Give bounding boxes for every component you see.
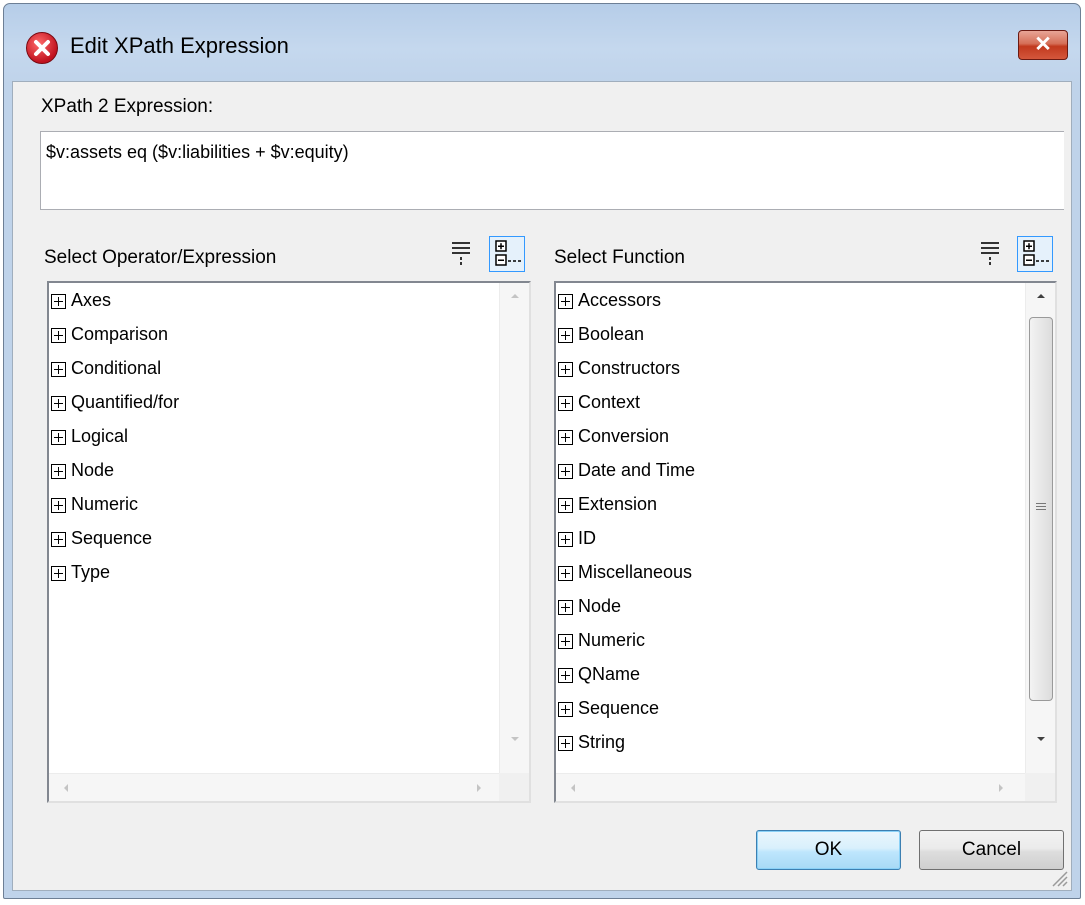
expand-icon[interactable] [558, 634, 573, 649]
function-vertical-scrollbar[interactable] [1025, 283, 1055, 773]
expression-input[interactable]: $v:assets eq ($v:liabilities + $v:equity… [40, 131, 1064, 210]
dialog-window: Edit XPath Expression ✕ XPath 2 Expressi… [3, 3, 1081, 899]
expand-icon[interactable] [51, 328, 66, 343]
expand-icon[interactable] [558, 702, 573, 717]
expand-icon[interactable] [558, 396, 573, 411]
expand-icon[interactable] [558, 328, 573, 343]
operator-panel-label: Select Operator/Expression [44, 247, 277, 268]
expand-icon[interactable] [51, 464, 66, 479]
scroll-down-icon[interactable] [1035, 735, 1047, 743]
altova-xpath-icon [26, 32, 58, 64]
expand-icon[interactable] [558, 736, 573, 751]
resize-grip-icon[interactable] [1048, 867, 1068, 887]
expand-icon[interactable] [558, 294, 573, 309]
operator-horizontal-scrollbar[interactable] [49, 773, 499, 801]
operator-tree[interactable]: Axes Comparison Conditional Quantified/f… [47, 281, 531, 803]
expand-icon[interactable] [558, 430, 573, 445]
expand-icon[interactable] [51, 430, 66, 445]
function-panel-label: Select Function [554, 247, 685, 268]
expand-icon[interactable] [51, 532, 66, 547]
scroll-down-icon[interactable] [509, 735, 521, 743]
scrollbar-thumb[interactable] [1029, 317, 1053, 701]
scroll-up-icon[interactable] [1035, 291, 1047, 299]
expand-icon[interactable] [51, 566, 66, 581]
close-icon: ✕ [1034, 33, 1052, 56]
expand-icon[interactable] [558, 498, 573, 513]
scrollbar-corner [1025, 773, 1055, 801]
title-bar[interactable]: Edit XPath Expression ✕ [4, 4, 1080, 82]
expand-icon[interactable] [51, 396, 66, 411]
scroll-left-icon[interactable] [61, 782, 69, 794]
operator-vertical-scrollbar[interactable] [499, 283, 529, 773]
ok-button[interactable]: OK [756, 830, 901, 870]
cancel-button[interactable]: Cancel [919, 830, 1064, 870]
scroll-left-icon[interactable] [568, 782, 576, 794]
expand-icon[interactable] [51, 294, 66, 309]
close-button[interactable]: ✕ [1018, 30, 1068, 60]
window-title: Edit XPath Expression [70, 33, 289, 58]
tree-view-icon[interactable] [1017, 236, 1053, 272]
expression-text: $v:assets eq ($v:liabilities + $v:equity… [46, 142, 349, 162]
dialog-body: XPath 2 Expression: $v:assets eq ($v:lia… [12, 81, 1072, 891]
expand-icon[interactable] [558, 600, 573, 615]
scrollbar-corner [499, 773, 529, 801]
tree-view-icon[interactable] [489, 236, 525, 272]
expand-icon[interactable] [558, 362, 573, 377]
scroll-right-icon[interactable] [997, 782, 1005, 794]
expand-icon[interactable] [558, 532, 573, 547]
function-horizontal-scrollbar[interactable] [556, 773, 1025, 801]
scroll-up-icon[interactable] [509, 291, 521, 299]
scroll-right-icon[interactable] [475, 782, 483, 794]
expand-icon[interactable] [558, 464, 573, 479]
expand-icon[interactable] [558, 566, 573, 581]
show-description-icon[interactable] [973, 236, 1009, 272]
expand-icon[interactable] [558, 668, 573, 683]
expand-icon[interactable] [51, 362, 66, 377]
function-tree[interactable]: Accessors Boolean Constructors Context C… [554, 281, 1057, 803]
show-description-icon[interactable] [444, 236, 480, 272]
expression-label: XPath 2 Expression: [41, 96, 214, 117]
expand-icon[interactable] [51, 498, 66, 513]
